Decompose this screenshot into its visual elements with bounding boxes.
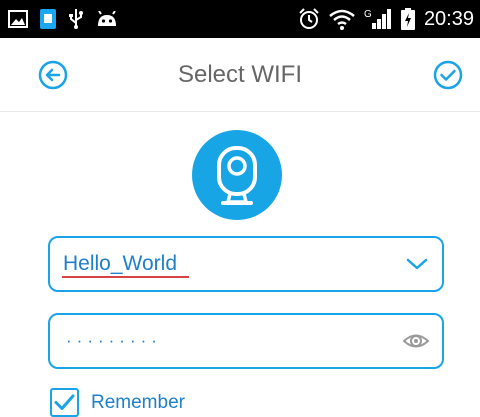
usb-icon — [68, 9, 84, 29]
signal-icon: G — [364, 8, 392, 30]
battery-charging-icon — [400, 8, 415, 30]
confirm-button[interactable] — [433, 60, 463, 90]
remember-option[interactable]: Remember — [50, 388, 185, 417]
gallery-icon — [8, 10, 28, 28]
camera-logo — [192, 130, 282, 220]
eye-icon[interactable] — [402, 329, 430, 353]
spellcheck-underline — [62, 276, 189, 278]
back-button[interactable] — [38, 60, 68, 90]
camera-icon — [217, 146, 257, 205]
header-bar: Select WIFI — [0, 38, 480, 112]
password-field[interactable]: ········· — [48, 313, 444, 369]
password-value: ········· — [66, 331, 162, 350]
check-circle-icon — [433, 60, 463, 90]
chevron-down-icon[interactable] — [406, 254, 428, 274]
ssid-value: Hello_World — [63, 252, 177, 275]
clock: 20:39 — [423, 8, 474, 30]
wifi-ssid-select[interactable]: Hello_World — [48, 236, 444, 292]
page-title: Select WIFI — [177, 61, 303, 88]
status-bar: G 20:39 — [0, 0, 480, 38]
svg-text:G: G — [364, 9, 372, 20]
wifi-icon — [329, 8, 355, 30]
app-notification-icon — [40, 9, 56, 29]
remember-checkbox[interactable] — [50, 388, 79, 417]
android-debug-icon — [96, 11, 118, 27]
back-arrow-circle-icon — [38, 60, 68, 90]
checkmark-icon — [54, 394, 75, 410]
alarm-icon — [298, 8, 320, 30]
remember-label: Remember — [91, 391, 185, 413]
